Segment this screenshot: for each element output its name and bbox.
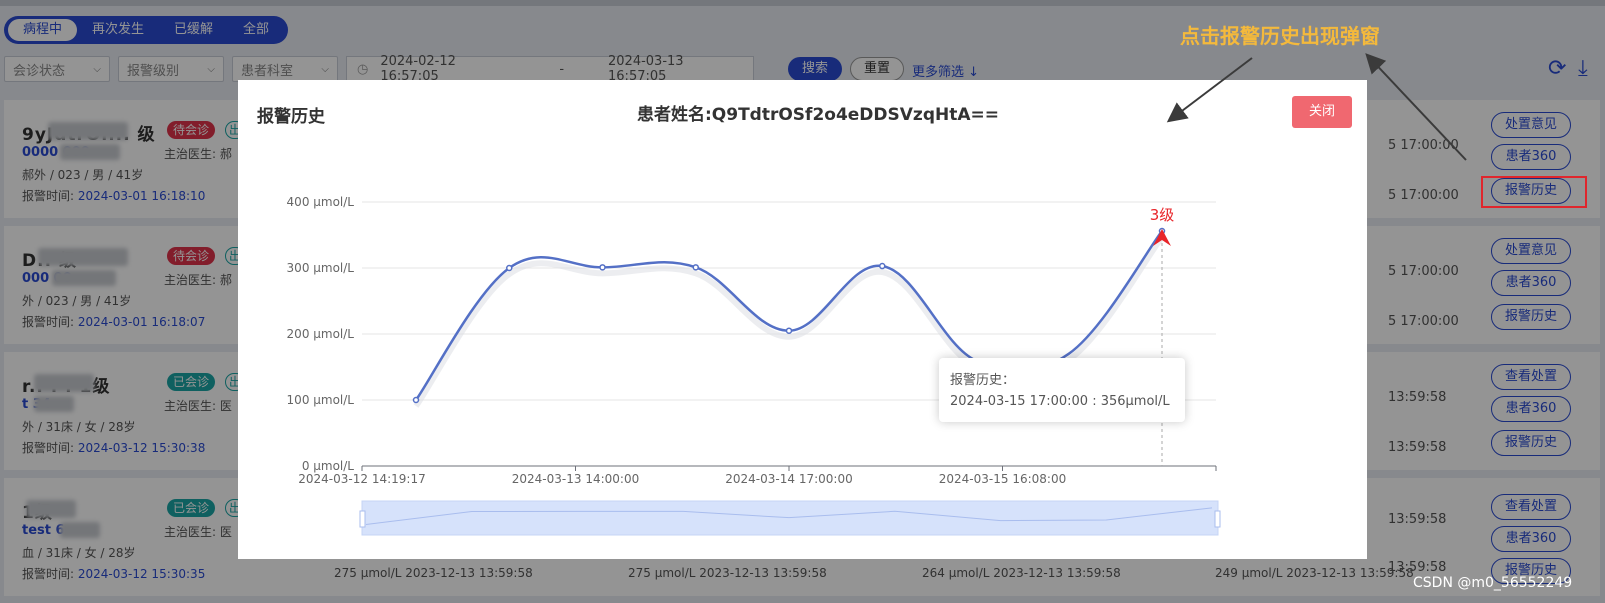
arrow-to-button [1365,53,1467,161]
arrow-to-modal [1166,57,1253,123]
watermark: CSDN @m0_56552249 [1413,575,1573,591]
annotation-arrows [1166,53,1467,161]
